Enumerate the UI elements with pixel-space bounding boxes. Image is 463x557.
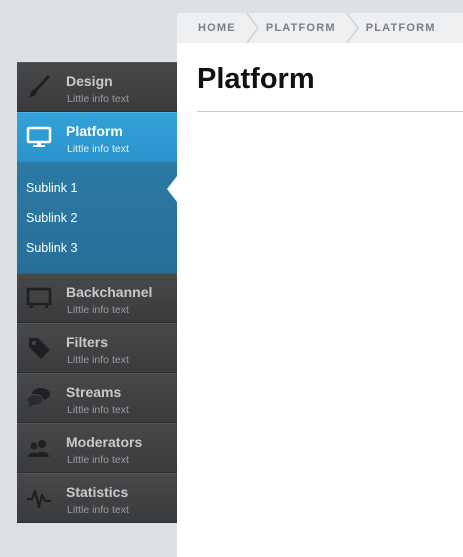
breadcrumb-platform[interactable]: PLATFORM (260, 13, 346, 43)
breadcrumb-separator-icon (246, 13, 259, 43)
monitor-icon (26, 126, 52, 147)
sidebar-item-subtext: Little info text (67, 93, 129, 105)
screen-icon (26, 287, 52, 308)
sidebar-item-statistics[interactable]: Statistics Little info text (17, 473, 177, 523)
sidebar-item-label: Streams (66, 384, 122, 400)
sublink-3[interactable]: Sublink 3 (17, 233, 177, 263)
sidebar-item-subtext: Little info text (67, 354, 129, 366)
sidebar-item-design[interactable]: Design Little info text (17, 62, 177, 112)
tag-icon (29, 338, 50, 359)
sidebar-nav: Design Little info text Platform Little … (17, 62, 177, 523)
breadcrumb-separator-icon (346, 13, 359, 43)
sidebar-sublinks: Sublink 1 Sublink 2 Sublink 3 (17, 162, 177, 273)
content-panel: HOME PLATFORM PLATFORM Platform (177, 13, 463, 557)
users-icon (28, 440, 49, 457)
sidebar-item-label: Backchannel (66, 284, 153, 300)
sidebar-item-label: Statistics (66, 484, 129, 500)
sidebar-item-subtext: Little info text (67, 504, 129, 516)
breadcrumb: HOME PLATFORM PLATFORM (177, 13, 463, 43)
pulse-icon (27, 489, 51, 509)
sublink-1[interactable]: Sublink 1 (17, 173, 177, 203)
sidebar-item-subtext: Little info text (67, 304, 129, 316)
sidebar-item-moderators[interactable]: Moderators Little info text (17, 423, 177, 473)
sidebar-item-label: Filters (66, 334, 109, 350)
sidebar-item-filters[interactable]: Filters Little info text (17, 323, 177, 373)
title-divider (197, 111, 463, 112)
active-pointer-icon (167, 176, 177, 202)
sidebar-item-subtext: Little info text (67, 143, 129, 155)
sublink-2[interactable]: Sublink 2 (17, 203, 177, 233)
sidebar-item-platform[interactable]: Platform Little info text (17, 112, 177, 162)
sidebar-item-subtext: Little info text (67, 454, 129, 466)
chat-bubbles-icon (26, 388, 50, 408)
page-title: Platform (197, 63, 315, 95)
sidebar-item-label: Moderators (66, 434, 143, 450)
sidebar-item-streams[interactable]: Streams Little info text (17, 373, 177, 423)
breadcrumb-home[interactable]: HOME (177, 13, 246, 43)
sidebar-item-backchannel[interactable]: Backchannel Little info text (17, 273, 177, 323)
breadcrumb-current[interactable]: PLATFORM (360, 13, 446, 43)
brush-icon (29, 75, 50, 97)
sidebar-item-subtext: Little info text (67, 404, 129, 416)
sidebar-item-label: Design (66, 73, 113, 89)
sidebar-item-label: Platform (66, 123, 123, 139)
app-page: HOME PLATFORM PLATFORM Platform Design L… (0, 0, 463, 557)
